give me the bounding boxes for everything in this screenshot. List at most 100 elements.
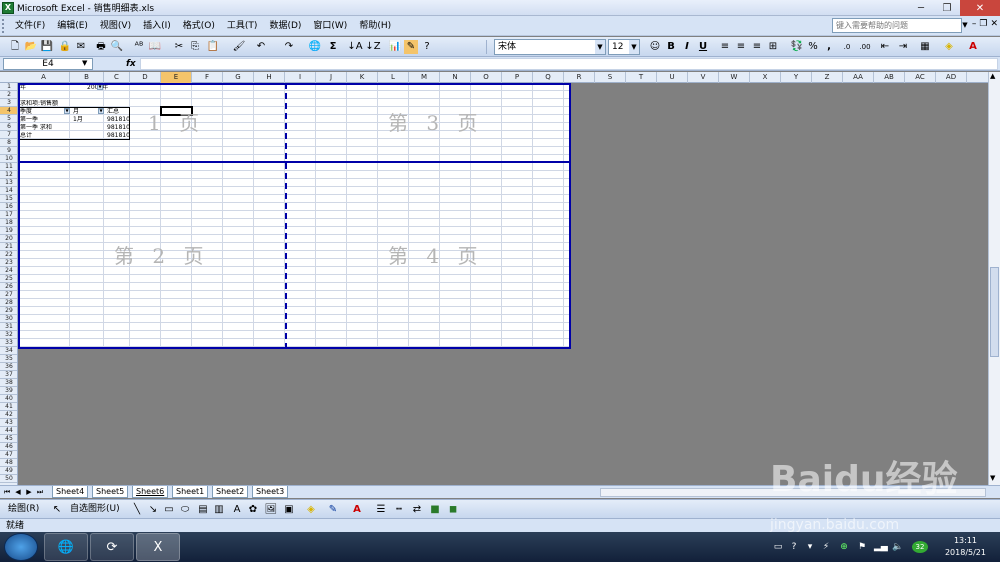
tray-network-icon[interactable]: ▂▄ xyxy=(874,541,888,553)
row-header-26[interactable]: 26 xyxy=(0,283,17,291)
start-button[interactable] xyxy=(4,533,38,561)
sort-ascending-icon[interactable]: ↓A xyxy=(347,40,362,54)
menu-help[interactable]: 帮助(H) xyxy=(353,16,397,36)
taskbar-excel-icon[interactable]: X xyxy=(136,533,180,561)
row-header-28[interactable]: 28 xyxy=(0,299,17,307)
row-header-23[interactable]: 23 xyxy=(0,259,17,267)
column-header-j[interactable]: J xyxy=(316,72,347,83)
month-dropdown-icon[interactable]: ▼ xyxy=(98,108,104,114)
row-header-20[interactable]: 20 xyxy=(0,235,17,243)
cell-b5[interactable]: 1月 xyxy=(73,116,83,123)
column-header-b[interactable]: B xyxy=(70,72,104,83)
taskbar-refresh-app-icon[interactable]: ⟳ xyxy=(90,533,134,561)
row-header-35[interactable]: 35 xyxy=(0,355,17,363)
row-header-1[interactable]: 1 xyxy=(0,83,17,91)
row-header-17[interactable]: 17 xyxy=(0,211,17,219)
menu-edit[interactable]: 编辑(E) xyxy=(51,16,94,36)
cell-c5[interactable]: 981810 xyxy=(107,116,130,123)
row-header-4[interactable]: 4 xyxy=(0,107,17,115)
doc-minimize-button[interactable]: – xyxy=(972,19,977,29)
help-search-input[interactable]: 键入需要帮助的问题 xyxy=(832,18,962,33)
tray-folder-icon[interactable]: ▭ xyxy=(772,541,784,553)
menu-format[interactable]: 格式(O) xyxy=(177,16,221,36)
cell-c7[interactable]: 981810 xyxy=(107,132,130,139)
tab-sheet2[interactable]: Sheet2 xyxy=(212,486,249,498)
smiley-icon[interactable]: ☺ xyxy=(648,40,662,54)
row-header-18[interactable]: 18 xyxy=(0,219,17,227)
column-header-x[interactable]: X xyxy=(750,72,781,83)
vertical-scrollbar[interactable]: ▲ ▼ xyxy=(988,72,1000,485)
row-header-41[interactable]: 41 xyxy=(0,403,17,411)
spelling-icon[interactable]: ᴬᴮ xyxy=(132,40,146,54)
tab-sheet1[interactable]: Sheet1 xyxy=(172,486,209,498)
font-color-icon[interactable]: A xyxy=(966,40,980,54)
next-sheet-icon[interactable]: ▶ xyxy=(24,486,34,498)
worksheet-grid[interactable]: 年 2009年 ▼ 求和项:销售额 季度 ▼ 月 ▼ 汇总 第一季 1月 981… xyxy=(18,83,571,349)
row-header-25[interactable]: 25 xyxy=(0,275,17,283)
column-header-ac[interactable]: AC xyxy=(905,72,936,83)
cell-a5[interactable]: 第一季 xyxy=(20,116,38,123)
taskbar-browser-icon[interactable]: 🌐 xyxy=(44,533,88,561)
column-header-m[interactable]: M xyxy=(409,72,440,83)
increase-indent-icon[interactable]: ⇥ xyxy=(896,40,910,54)
font-name-select[interactable]: 宋体 ▼ xyxy=(494,39,606,55)
row-header-21[interactable]: 21 xyxy=(0,243,17,251)
row-header-39[interactable]: 39 xyxy=(0,387,17,395)
textbox-icon[interactable]: ▤ xyxy=(196,503,210,517)
column-header-v[interactable]: V xyxy=(688,72,719,83)
column-header-q[interactable]: Q xyxy=(533,72,564,83)
column-header-h[interactable]: H xyxy=(254,72,285,83)
help-dropdown-arrow[interactable]: ▼ xyxy=(960,18,970,33)
cell-a4[interactable]: 季度 xyxy=(20,108,32,115)
row-header-12[interactable]: 12 xyxy=(0,171,17,179)
doc-restore-button[interactable]: ❐ xyxy=(979,19,987,29)
row-header-34[interactable]: 34 xyxy=(0,347,17,355)
row-header-44[interactable]: 44 xyxy=(0,427,17,435)
autosum-icon[interactable]: Σ xyxy=(326,40,340,54)
help-icon[interactable]: ? xyxy=(420,40,434,54)
tab-sheet5[interactable]: Sheet5 xyxy=(92,486,129,498)
cell-a7[interactable]: 总计 xyxy=(20,132,32,139)
column-header-a[interactable]: A xyxy=(18,72,70,83)
minimize-button[interactable]: ─ xyxy=(908,0,934,16)
row-header-30[interactable]: 30 xyxy=(0,315,17,323)
line-icon[interactable]: ╲ xyxy=(130,503,144,517)
select-objects-icon[interactable]: ↖ xyxy=(50,503,64,517)
email-icon[interactable]: ✉ xyxy=(74,40,88,54)
menu-window[interactable]: 窗口(W) xyxy=(307,16,353,36)
row-header-33[interactable]: 33 xyxy=(0,339,17,347)
print-area-top-border[interactable] xyxy=(18,83,571,85)
increase-decimal-icon[interactable]: .0 xyxy=(840,40,854,54)
tab-sheet6[interactable]: Sheet6 xyxy=(132,486,169,498)
row-header-11[interactable]: 11 xyxy=(0,163,17,171)
clock[interactable]: 13:11 2018/5/21 xyxy=(945,535,986,559)
row-header-49[interactable]: 49 xyxy=(0,467,17,475)
row-header-42[interactable]: 42 xyxy=(0,411,17,419)
tray-security-icon[interactable]: ⚡ xyxy=(820,541,832,553)
italic-button[interactable]: I xyxy=(680,40,694,54)
draw-menu-button[interactable]: 绘图(R) xyxy=(8,500,39,519)
font-size-select[interactable]: 12 ▼ xyxy=(608,39,640,55)
row-header-16[interactable]: 16 xyxy=(0,203,17,211)
cut-icon[interactable]: ✂ xyxy=(172,40,186,54)
copy-icon[interactable]: ⎘ xyxy=(188,40,202,54)
bold-button[interactable]: B xyxy=(664,40,678,54)
print-icon[interactable]: 🖶 xyxy=(94,40,108,54)
undo-icon[interactable]: ↶ xyxy=(254,40,268,54)
column-header-u[interactable]: U xyxy=(657,72,688,83)
save-icon[interactable]: 💾 xyxy=(40,40,54,54)
name-box[interactable]: E4 xyxy=(3,58,93,70)
cell-c6[interactable]: 981810 xyxy=(107,124,130,131)
menu-file[interactable]: 文件(F) xyxy=(9,16,51,36)
row-header-37[interactable]: 37 xyxy=(0,371,17,379)
row-header-27[interactable]: 27 xyxy=(0,291,17,299)
comma-button[interactable]: , xyxy=(822,40,836,54)
tab-sheet4[interactable]: Sheet4 xyxy=(52,486,89,498)
cell-b4[interactable]: 月 xyxy=(73,108,79,115)
line-color-icon[interactable]: ✎ xyxy=(326,503,340,517)
cell-c4[interactable]: 汇总 xyxy=(107,108,119,115)
menubar-grip[interactable] xyxy=(2,18,6,33)
shadow-icon[interactable]: ■ xyxy=(428,503,442,517)
autoshapes-menu-button[interactable]: 自选图形(U) xyxy=(70,500,120,519)
cell-a1[interactable]: 年 xyxy=(20,84,26,91)
